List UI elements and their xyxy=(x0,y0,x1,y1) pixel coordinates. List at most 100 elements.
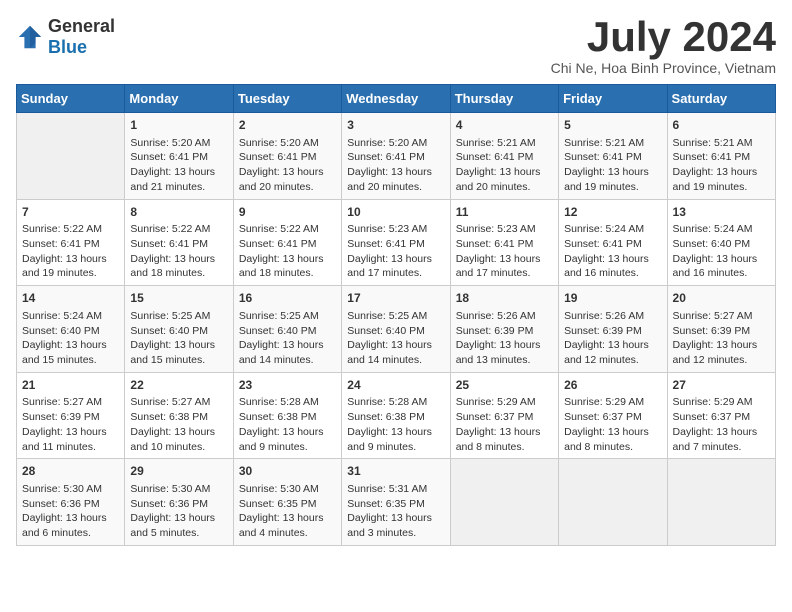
cell-line: Sunset: 6:39 PM xyxy=(22,410,119,425)
cell-line: Daylight: 13 hours xyxy=(564,425,661,440)
cell-line: Sunset: 6:41 PM xyxy=(564,237,661,252)
cell-line: Daylight: 13 hours xyxy=(130,338,227,353)
cell-line: Sunset: 6:40 PM xyxy=(347,324,444,339)
cell-line: Sunset: 6:41 PM xyxy=(456,150,553,165)
cell-line: Daylight: 13 hours xyxy=(130,511,227,526)
day-number: 12 xyxy=(564,204,661,221)
logo-icon xyxy=(16,23,44,51)
cell-line: Daylight: 13 hours xyxy=(22,425,119,440)
day-number: 18 xyxy=(456,290,553,307)
cell-line: Sunrise: 5:27 AM xyxy=(22,395,119,410)
calendar-cell: 28Sunrise: 5:30 AMSunset: 6:36 PMDayligh… xyxy=(17,459,125,546)
cell-line: Daylight: 13 hours xyxy=(130,425,227,440)
cell-line: Daylight: 13 hours xyxy=(347,338,444,353)
cell-line: and 11 minutes. xyxy=(22,440,119,455)
cell-line: Sunrise: 5:23 AM xyxy=(456,222,553,237)
cell-line: Sunrise: 5:28 AM xyxy=(347,395,444,410)
weekday-header-row: SundayMondayTuesdayWednesdayThursdayFrid… xyxy=(17,85,776,113)
location: Chi Ne, Hoa Binh Province, Vietnam xyxy=(551,60,776,76)
calendar-cell xyxy=(17,113,125,200)
cell-line: and 16 minutes. xyxy=(564,266,661,281)
cell-line: Sunrise: 5:27 AM xyxy=(673,309,770,324)
cell-line: Sunset: 6:37 PM xyxy=(564,410,661,425)
calendar-cell: 3Sunrise: 5:20 AMSunset: 6:41 PMDaylight… xyxy=(342,113,450,200)
cell-line: Daylight: 13 hours xyxy=(22,338,119,353)
calendar-cell: 24Sunrise: 5:28 AMSunset: 6:38 PMDayligh… xyxy=(342,372,450,459)
cell-line: and 9 minutes. xyxy=(239,440,336,455)
cell-line: and 20 minutes. xyxy=(347,180,444,195)
cell-line: Sunset: 6:41 PM xyxy=(456,237,553,252)
day-number: 25 xyxy=(456,377,553,394)
cell-line: and 10 minutes. xyxy=(130,440,227,455)
cell-line: Sunset: 6:40 PM xyxy=(239,324,336,339)
calendar-cell: 12Sunrise: 5:24 AMSunset: 6:41 PMDayligh… xyxy=(559,199,667,286)
calendar-cell: 7Sunrise: 5:22 AMSunset: 6:41 PMDaylight… xyxy=(17,199,125,286)
cell-line: Sunset: 6:38 PM xyxy=(239,410,336,425)
weekday-header-tuesday: Tuesday xyxy=(233,85,341,113)
cell-line: and 12 minutes. xyxy=(564,353,661,368)
cell-line: Sunset: 6:36 PM xyxy=(130,497,227,512)
cell-line: Sunrise: 5:20 AM xyxy=(347,136,444,151)
calendar-cell: 22Sunrise: 5:27 AMSunset: 6:38 PMDayligh… xyxy=(125,372,233,459)
day-number: 27 xyxy=(673,377,770,394)
month-title: July 2024 xyxy=(551,16,776,58)
calendar-cell: 1Sunrise: 5:20 AMSunset: 6:41 PMDaylight… xyxy=(125,113,233,200)
cell-line: and 15 minutes. xyxy=(130,353,227,368)
cell-line: Daylight: 13 hours xyxy=(456,165,553,180)
cell-line: Sunrise: 5:26 AM xyxy=(456,309,553,324)
cell-line: Sunrise: 5:26 AM xyxy=(564,309,661,324)
cell-line: Sunset: 6:39 PM xyxy=(564,324,661,339)
calendar-cell: 23Sunrise: 5:28 AMSunset: 6:38 PMDayligh… xyxy=(233,372,341,459)
calendar-cell: 29Sunrise: 5:30 AMSunset: 6:36 PMDayligh… xyxy=(125,459,233,546)
cell-line: Sunrise: 5:22 AM xyxy=(239,222,336,237)
cell-line: Sunrise: 5:25 AM xyxy=(130,309,227,324)
cell-line: Sunset: 6:38 PM xyxy=(347,410,444,425)
cell-line: Daylight: 13 hours xyxy=(564,165,661,180)
cell-line: Daylight: 13 hours xyxy=(239,165,336,180)
calendar-cell xyxy=(667,459,775,546)
cell-line: Sunrise: 5:25 AM xyxy=(347,309,444,324)
cell-line: and 3 minutes. xyxy=(347,526,444,541)
weekday-header-saturday: Saturday xyxy=(667,85,775,113)
logo-blue: Blue xyxy=(48,37,87,57)
cell-line: Sunset: 6:37 PM xyxy=(673,410,770,425)
cell-line: Sunset: 6:35 PM xyxy=(347,497,444,512)
calendar-cell: 10Sunrise: 5:23 AMSunset: 6:41 PMDayligh… xyxy=(342,199,450,286)
cell-line: and 5 minutes. xyxy=(130,526,227,541)
cell-line: Daylight: 13 hours xyxy=(239,338,336,353)
cell-line: Sunset: 6:41 PM xyxy=(673,150,770,165)
cell-line: Sunrise: 5:27 AM xyxy=(130,395,227,410)
calendar-cell: 20Sunrise: 5:27 AMSunset: 6:39 PMDayligh… xyxy=(667,286,775,373)
calendar-week-row: 14Sunrise: 5:24 AMSunset: 6:40 PMDayligh… xyxy=(17,286,776,373)
cell-line: Sunrise: 5:31 AM xyxy=(347,482,444,497)
cell-line: and 19 minutes. xyxy=(673,180,770,195)
cell-line: Sunset: 6:40 PM xyxy=(130,324,227,339)
day-number: 10 xyxy=(347,204,444,221)
cell-line: Sunrise: 5:22 AM xyxy=(22,222,119,237)
calendar-cell: 26Sunrise: 5:29 AMSunset: 6:37 PMDayligh… xyxy=(559,372,667,459)
cell-line: Sunset: 6:41 PM xyxy=(347,150,444,165)
day-number: 28 xyxy=(22,463,119,480)
day-number: 19 xyxy=(564,290,661,307)
calendar-cell: 9Sunrise: 5:22 AMSunset: 6:41 PMDaylight… xyxy=(233,199,341,286)
cell-line: Daylight: 13 hours xyxy=(347,165,444,180)
cell-line: Daylight: 13 hours xyxy=(564,252,661,267)
cell-line: and 7 minutes. xyxy=(673,440,770,455)
cell-line: Sunrise: 5:29 AM xyxy=(673,395,770,410)
cell-line: and 14 minutes. xyxy=(347,353,444,368)
cell-line: Daylight: 13 hours xyxy=(456,425,553,440)
calendar-cell: 5Sunrise: 5:21 AMSunset: 6:41 PMDaylight… xyxy=(559,113,667,200)
cell-line: and 13 minutes. xyxy=(456,353,553,368)
cell-line: Daylight: 13 hours xyxy=(130,165,227,180)
cell-line: Sunrise: 5:21 AM xyxy=(673,136,770,151)
cell-line: Sunset: 6:40 PM xyxy=(673,237,770,252)
cell-line: Sunset: 6:36 PM xyxy=(22,497,119,512)
title-block: July 2024 Chi Ne, Hoa Binh Province, Vie… xyxy=(551,16,776,76)
cell-line: Sunrise: 5:21 AM xyxy=(564,136,661,151)
calendar-cell xyxy=(450,459,558,546)
day-number: 16 xyxy=(239,290,336,307)
cell-line: and 16 minutes. xyxy=(673,266,770,281)
calendar-week-row: 28Sunrise: 5:30 AMSunset: 6:36 PMDayligh… xyxy=(17,459,776,546)
cell-line: Daylight: 13 hours xyxy=(673,425,770,440)
day-number: 5 xyxy=(564,117,661,134)
